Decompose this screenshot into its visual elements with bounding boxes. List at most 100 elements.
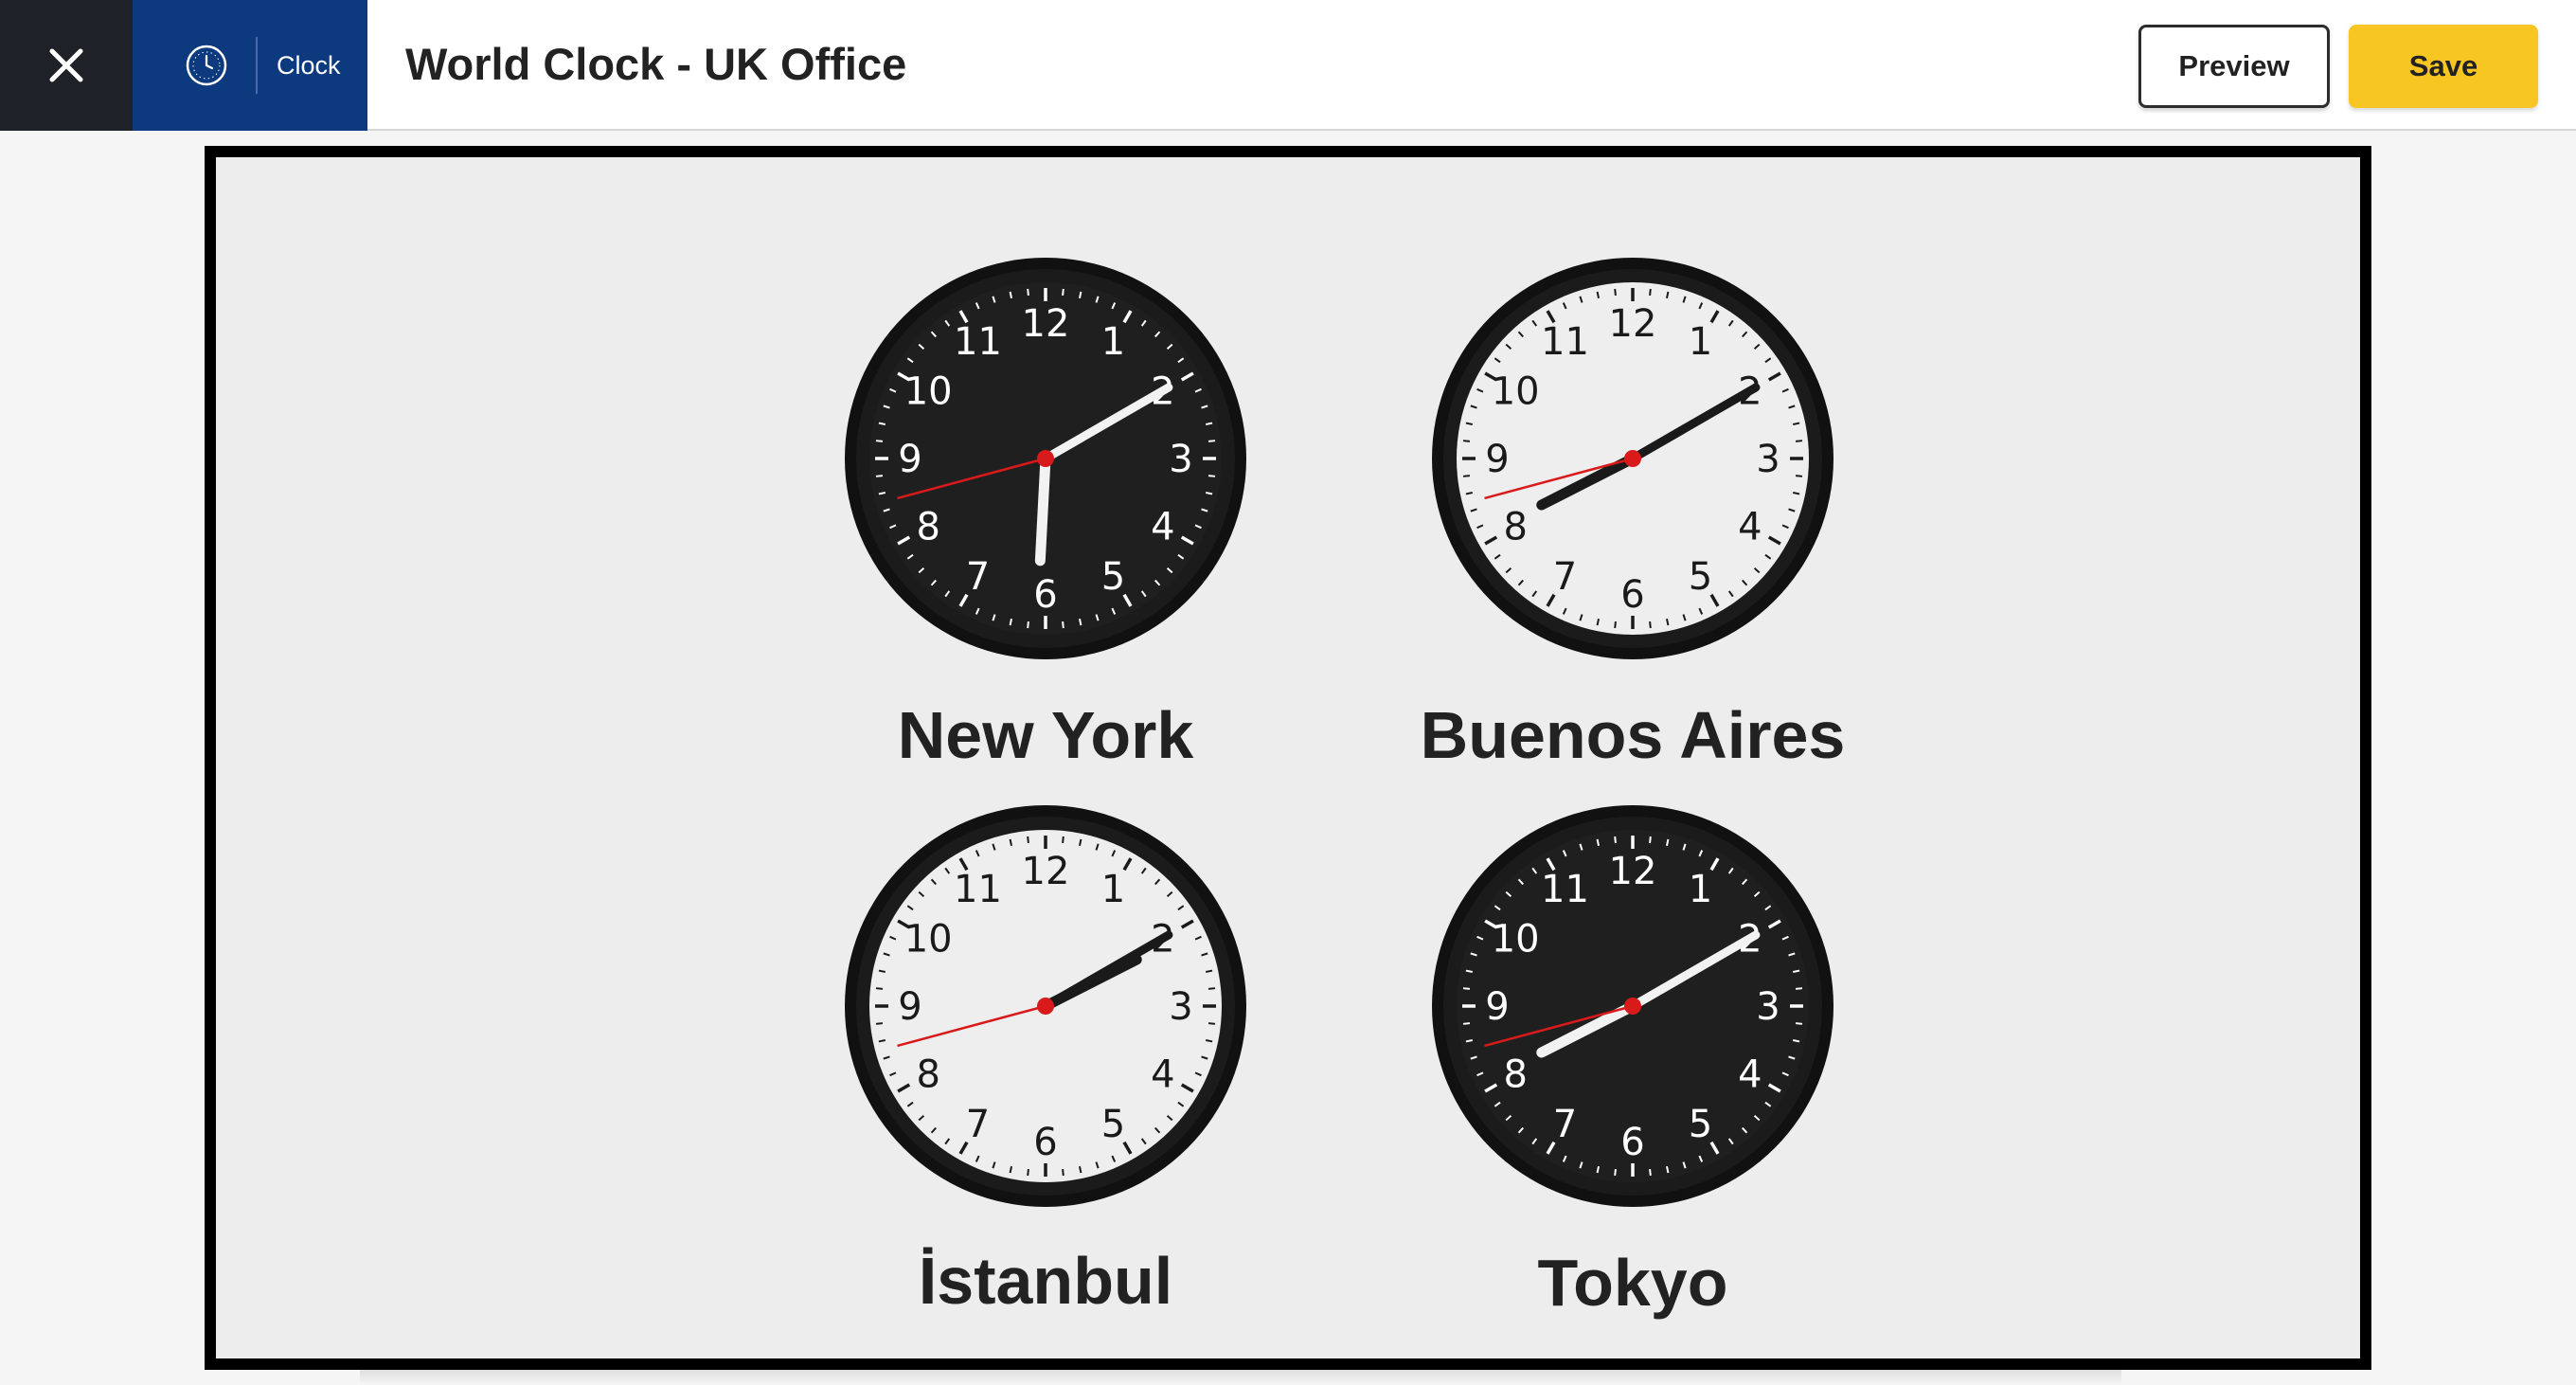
center-pin	[1037, 998, 1054, 1015]
page-title[interactable]: World Clock - UK Office	[405, 38, 906, 90]
clock-numeral: 3	[1756, 985, 1780, 1029]
clock-tick	[1795, 987, 1803, 990]
clock-numeral: 7	[1553, 1103, 1577, 1146]
clock-tick	[1465, 491, 1473, 495]
clock-numeral: 5	[1101, 1103, 1125, 1146]
clock-cell-tokyo: 121234567891011 Tokyo	[1424, 798, 1841, 1328]
clock-tick	[878, 422, 886, 426]
clock-tick	[1206, 969, 1213, 974]
top-bar: Clock World Clock - UK Office Preview Sa…	[0, 0, 2576, 131]
clock-numeral: 3	[1756, 438, 1780, 481]
clock-numeral: 1	[1689, 868, 1712, 911]
clock-tick	[878, 491, 886, 495]
clock-tick	[1078, 838, 1082, 846]
clock-icon	[178, 37, 235, 94]
clock-tick	[1614, 621, 1617, 629]
clock-numeral: 11	[954, 320, 1002, 364]
clock-numeral: 10	[1492, 370, 1540, 414]
badge-divider	[256, 37, 258, 94]
clock-tick	[1462, 1022, 1471, 1025]
clock-numeral: 5	[1689, 555, 1712, 599]
clock-tick	[1027, 288, 1029, 297]
save-button[interactable]: Save	[2349, 25, 2538, 108]
clock-tick	[1465, 1038, 1473, 1043]
clock-numeral: 8	[916, 506, 939, 549]
analog-clock: 121234567891011	[845, 258, 1246, 659]
clock-numeral: 6	[1620, 573, 1644, 617]
close-icon	[49, 48, 83, 82]
clock-canvas: 121234567891011 New York 121234567891011…	[205, 146, 2371, 1370]
clock-numeral: 1	[1101, 868, 1125, 911]
center-pin	[1624, 998, 1641, 1015]
clock-tick	[1793, 1038, 1800, 1043]
clock-tick	[1027, 621, 1029, 629]
clock-numeral: 6	[1620, 1121, 1644, 1164]
clock-numeral: 10	[904, 370, 953, 414]
clock-tick	[1596, 291, 1601, 298]
clock-numeral: 9	[1485, 438, 1509, 481]
clock-tick	[1462, 475, 1471, 477]
clock-numeral: 3	[1169, 985, 1192, 1029]
clock-numeral: 6	[1033, 573, 1057, 617]
clock-tick	[1208, 1022, 1216, 1025]
clock-numeral: 4	[1738, 506, 1762, 549]
clock-tick	[1465, 422, 1473, 426]
clock-tick	[1062, 836, 1064, 844]
analog-clock: 121234567891011	[845, 805, 1246, 1207]
hour-hand	[1034, 453, 1051, 567]
clock-numeral: 7	[966, 1103, 990, 1146]
clock-numeral: 8	[1503, 1053, 1527, 1097]
clock-cell-istanbul: 121234567891011 İstanbul	[837, 798, 1254, 1328]
clock-tick	[1793, 969, 1800, 974]
city-label: İstanbul	[918, 1244, 1173, 1318]
clock-numeral: 12	[1609, 302, 1657, 346]
clock-tick	[878, 969, 886, 974]
clock-tick	[1596, 619, 1601, 626]
clock-numeral: 10	[1492, 918, 1540, 962]
clock-tick	[1062, 621, 1064, 629]
clock-numeral: 12	[1022, 850, 1070, 893]
clock-tick	[1462, 987, 1471, 990]
center-pin	[1037, 450, 1054, 467]
clock-tick	[1614, 1168, 1617, 1177]
clock-tick	[1795, 475, 1803, 477]
clock-tick	[875, 987, 884, 990]
clock-tick	[1649, 288, 1652, 297]
clock-tick	[875, 1022, 884, 1025]
close-button[interactable]	[0, 0, 133, 131]
clock-tick	[1793, 491, 1800, 495]
clock-numeral: 1	[1689, 320, 1712, 364]
clock-cell-new-york: 121234567891011 New York	[837, 250, 1254, 781]
clock-numeral: 6	[1033, 1121, 1057, 1164]
analog-clock: 121234567891011	[1432, 258, 1834, 659]
clock-tick	[1793, 422, 1800, 426]
clock-numeral: 4	[1738, 1053, 1762, 1097]
clock-tick	[878, 1038, 886, 1043]
clock-tick	[1665, 838, 1670, 846]
clock-cell-buenos-aires: 121234567891011 Buenos Aires	[1421, 250, 1845, 781]
clock-numeral: 4	[1151, 1053, 1174, 1097]
clock-tick	[1078, 619, 1082, 626]
clock-tick	[1596, 838, 1601, 846]
clock-numeral: 12	[1609, 850, 1657, 893]
clock-numeral: 11	[1541, 320, 1589, 364]
preview-button[interactable]: Preview	[2138, 25, 2330, 108]
clock-numeral: 9	[898, 438, 921, 481]
clock-numeral: 12	[1022, 302, 1070, 346]
clock-tick	[1206, 1038, 1213, 1043]
clock-tick	[875, 475, 884, 477]
center-pin	[1624, 450, 1641, 467]
city-label: Tokyo	[1537, 1246, 1728, 1320]
clock-numeral: 7	[966, 555, 990, 599]
clock-numeral: 5	[1689, 1103, 1712, 1146]
clock-tick	[1665, 291, 1670, 298]
clock-numeral: 4	[1151, 506, 1174, 549]
clock-numeral: 10	[904, 918, 953, 962]
clock-tick	[1206, 422, 1213, 426]
clock-tick	[1649, 836, 1652, 844]
clock-tick	[1649, 1168, 1652, 1177]
clock-tick	[1208, 475, 1216, 477]
clock-numeral: 7	[1553, 555, 1577, 599]
clock-tick	[1208, 987, 1216, 990]
app-label: Clock	[277, 50, 341, 80]
